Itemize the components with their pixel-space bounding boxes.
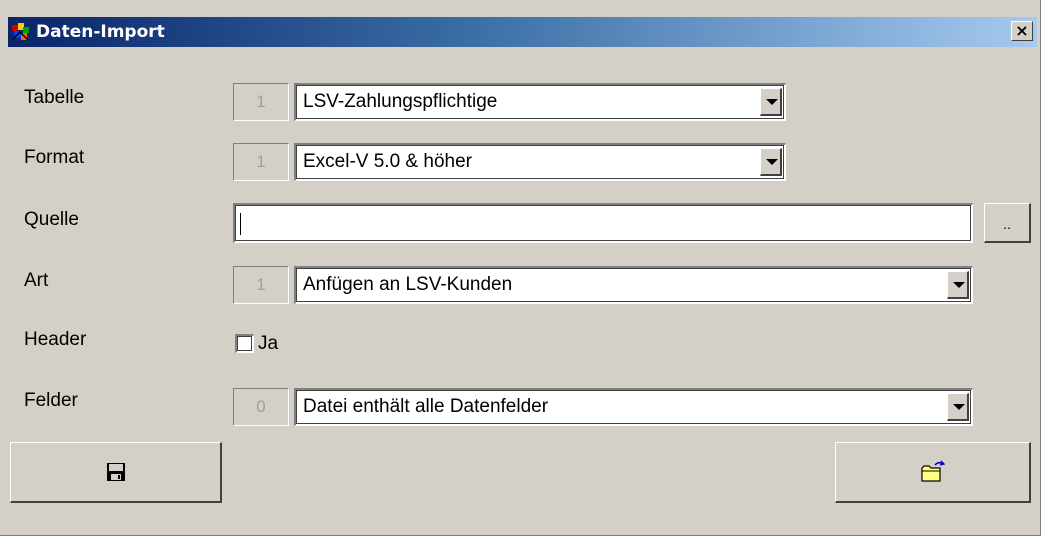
- window-title: Daten-Import: [36, 22, 165, 42]
- format-dropdown-button[interactable]: [760, 148, 782, 176]
- open-button[interactable]: [835, 442, 1031, 503]
- header-checkbox[interactable]: [235, 334, 254, 353]
- quelle-label: Quelle: [24, 209, 79, 230]
- felder-select-value: Datei enthält alle Datenfelder: [303, 396, 549, 417]
- format-label: Format: [24, 147, 85, 168]
- art-select-value: Anfügen an LSV-Kunden: [303, 274, 513, 295]
- format-select[interactable]: Excel-V 5.0 & höher: [294, 143, 786, 181]
- quelle-input[interactable]: [233, 203, 973, 243]
- tabelle-select-value: LSV-Zahlungspflichtige: [303, 91, 498, 112]
- chevron-down-icon: [953, 404, 965, 410]
- art-select[interactable]: Anfügen an LSV-Kunden: [294, 266, 973, 304]
- open-folder-icon: [920, 460, 945, 482]
- art-number-field[interactable]: 1: [233, 266, 289, 304]
- art-label: Art: [24, 270, 49, 291]
- save-button[interactable]: [10, 442, 222, 503]
- app-icon: [12, 23, 29, 41]
- chevron-down-icon: [766, 99, 778, 105]
- format-select-value: Excel-V 5.0 & höher: [303, 151, 472, 172]
- tabelle-dropdown-button[interactable]: [760, 88, 782, 116]
- felder-number-field[interactable]: 0: [233, 388, 289, 426]
- close-button[interactable]: ×: [1011, 21, 1033, 41]
- tabelle-select[interactable]: LSV-Zahlungspflichtige: [294, 83, 786, 121]
- browse-button[interactable]: ..: [984, 203, 1031, 243]
- header-checkbox-label[interactable]: Ja: [258, 333, 278, 355]
- floppy-disk-icon: [106, 463, 125, 481]
- tabelle-number-field[interactable]: 1: [233, 83, 289, 121]
- tabelle-label: Tabelle: [24, 87, 85, 108]
- chevron-down-icon: [766, 159, 778, 165]
- header-label: Header: [24, 329, 87, 350]
- art-dropdown-button[interactable]: [947, 271, 969, 299]
- felder-label: Felder: [24, 390, 78, 411]
- text-caret: [240, 213, 241, 235]
- chevron-down-icon: [953, 282, 965, 288]
- daten-import-dialog: Daten-Import × Tabelle 1 LSV-Zahlungspfl…: [0, 0, 1041, 536]
- close-icon: ×: [1015, 21, 1029, 40]
- format-number-field[interactable]: 1: [233, 143, 289, 181]
- title-bar[interactable]: Daten-Import ×: [8, 17, 1037, 47]
- felder-dropdown-button[interactable]: [947, 393, 969, 421]
- felder-select[interactable]: Datei enthält alle Datenfelder: [294, 388, 973, 426]
